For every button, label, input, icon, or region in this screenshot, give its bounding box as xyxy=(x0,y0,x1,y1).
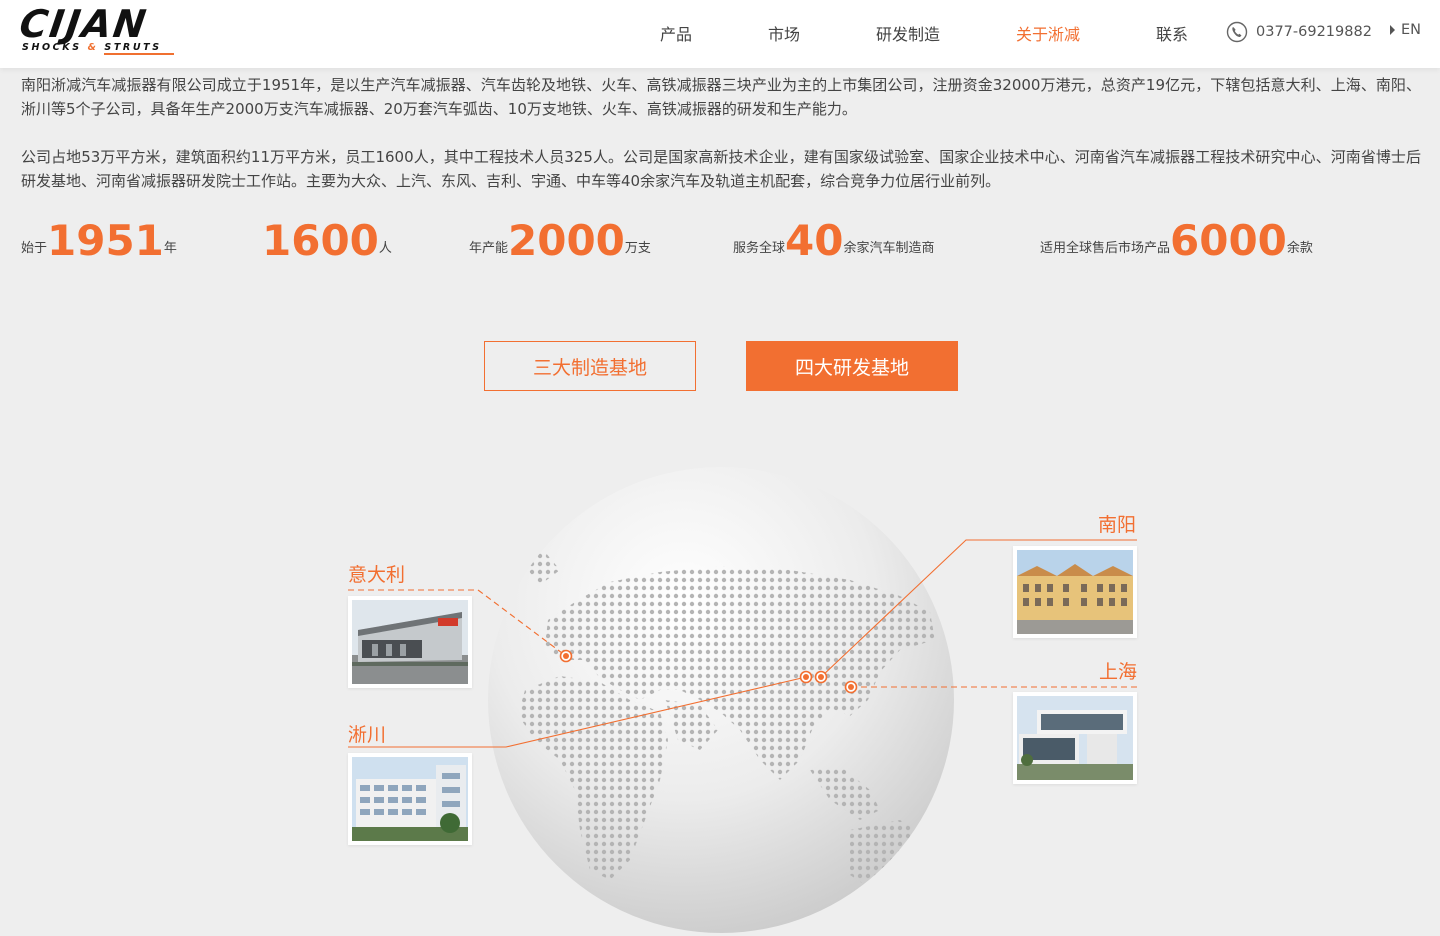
intro-paragraph-1: 南阳淅减汽车减振器有限公司成立于1951年，是以生产汽车减振器、汽车齿轮及地铁、… xyxy=(21,76,1421,118)
location-label-italy: 意大利 xyxy=(348,564,406,586)
language-switch[interactable]: EN xyxy=(1390,22,1421,38)
photo-italy-base[interactable] xyxy=(348,596,472,688)
stat-capacity: 年产能2000万支 xyxy=(469,216,651,266)
stat-value: 1951 xyxy=(47,216,164,265)
modern-building-photo xyxy=(1017,696,1133,780)
location-label-nanyang: 南阳 xyxy=(1098,514,1137,536)
stat-value: 2000 xyxy=(508,216,625,265)
site-header: CIJAN SHOCKS & STRUTS 产品 市场 研发制造 关于淅减 联系… xyxy=(0,0,1440,68)
stat-prefix: 始于 xyxy=(21,241,48,256)
phone-number: 0377-69219882 xyxy=(1256,24,1372,40)
location-label-shanghai: 上海 xyxy=(1099,661,1138,683)
triangle-right-icon xyxy=(1390,25,1395,35)
location-label-xichuan: 淅川 xyxy=(348,724,387,746)
stat-prefix: 适用全球售后市场产品 xyxy=(1040,241,1171,256)
office-building-photo xyxy=(352,757,468,841)
photo-xichuan-base[interactable] xyxy=(348,753,472,845)
language-label: EN xyxy=(1401,22,1422,38)
nav-contact[interactable]: 联系 xyxy=(1156,21,1188,45)
nav-about[interactable]: 关于淅减 xyxy=(1016,21,1080,45)
stat-value: 6000 xyxy=(1170,216,1287,265)
stat-suffix: 人 xyxy=(378,241,392,256)
world-globe-map xyxy=(348,467,1137,933)
tab-rd-bases[interactable]: 四大研发基地 xyxy=(746,341,958,391)
stat-customers: 服务全球40余家汽车制造商 xyxy=(733,216,934,266)
photo-shanghai-base[interactable] xyxy=(1013,692,1137,784)
stat-value: 1600 xyxy=(262,216,379,265)
stat-suffix: 余家汽车制造商 xyxy=(843,241,935,256)
cijan-logo[interactable]: CIJAN SHOCKS & STRUTS xyxy=(17,2,175,56)
tab-manufacturing-bases[interactable]: 三大制造基地 xyxy=(484,341,696,391)
stat-products: 适用全球售后市场产品6000余款 xyxy=(1040,216,1313,266)
intro-paragraph-2: 公司占地53万平方米，建筑面积约11万平方米，员工1600人，其中工程技术人员3… xyxy=(21,148,1421,190)
logo-tagline-left: SHOCKS xyxy=(22,42,82,53)
stat-prefix: 年产能 xyxy=(469,241,509,256)
logo-tagline-right: STRUTS xyxy=(104,42,162,53)
factory-photo xyxy=(352,600,468,684)
stat-suffix: 年 xyxy=(163,241,177,256)
logo-tagline-amp: & xyxy=(87,42,99,53)
logo-tagline: SHOCKS & STRUTS xyxy=(22,42,162,53)
phone-contact[interactable]: 0377-69219882 xyxy=(1226,20,1372,44)
stat-suffix: 余款 xyxy=(1286,241,1313,256)
nav-market[interactable]: 市场 xyxy=(768,21,800,45)
phone-icon xyxy=(1226,21,1248,43)
stat-suffix: 万支 xyxy=(624,241,651,256)
stat-prefix: 服务全球 xyxy=(733,241,786,256)
stat-employees: 1600人 xyxy=(262,216,392,266)
stat-founded: 始于1951年 xyxy=(21,216,177,266)
headquarters-photo xyxy=(1017,550,1133,634)
logo-wordmark: CIJAN xyxy=(16,2,151,46)
photo-nanyang-base[interactable] xyxy=(1013,546,1137,638)
nav-rd-manufacturing[interactable]: 研发制造 xyxy=(876,21,940,45)
logo-underline xyxy=(104,53,174,55)
stat-value: 40 xyxy=(785,216,844,265)
nav-products[interactable]: 产品 xyxy=(660,21,692,45)
